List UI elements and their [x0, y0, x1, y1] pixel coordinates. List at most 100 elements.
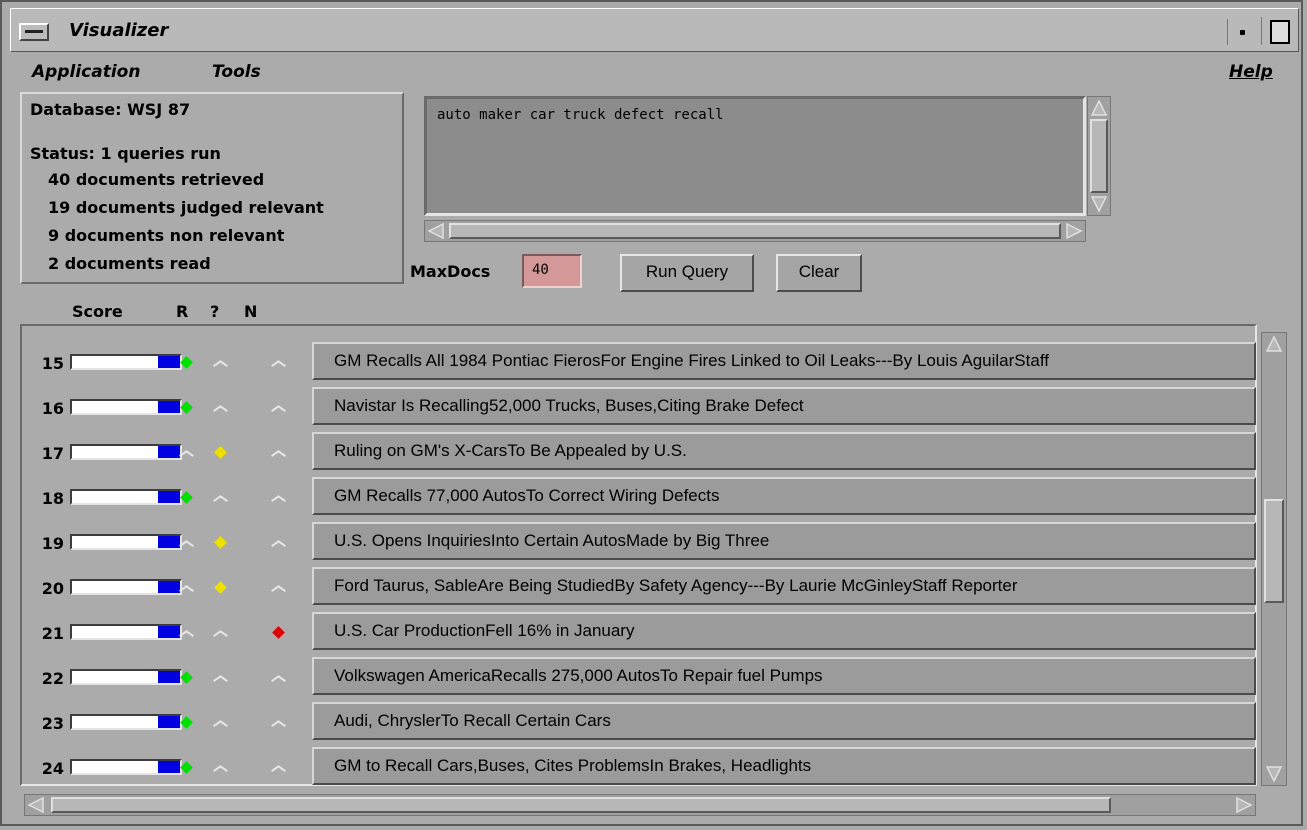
- nonrelevant-toggle[interactable]: [270, 577, 290, 597]
- scroll-left-icon[interactable]: [27, 796, 45, 814]
- document-title-button[interactable]: Audi, ChryslerTo Recall Certain Cars: [312, 702, 1256, 740]
- results-vscroll-thumb[interactable]: [1264, 499, 1284, 603]
- unsure-toggle[interactable]: [212, 487, 232, 507]
- menu-application[interactable]: Application: [32, 62, 140, 82]
- run-query-button[interactable]: Run Query: [620, 254, 754, 292]
- query-vertical-scrollbar[interactable]: [1087, 96, 1111, 216]
- relevant-toggle[interactable]: [178, 442, 198, 462]
- score-bar-fill: [158, 626, 180, 638]
- relevant-toggle[interactable]: [178, 532, 198, 552]
- caret-up-icon: [270, 577, 286, 593]
- nonrelevant-toggle[interactable]: [270, 622, 290, 642]
- result-row: 20 Ford Taurus, SableAre Being StudiedBy …: [22, 563, 1259, 607]
- scroll-up-icon[interactable]: [1265, 335, 1283, 353]
- relevant-toggle[interactable]: [178, 397, 198, 417]
- relevant-toggle[interactable]: [178, 352, 198, 372]
- query-horizontal-scrollbar[interactable]: [424, 220, 1086, 242]
- score-bar: [70, 354, 182, 370]
- caret-up-icon: [270, 397, 286, 413]
- nonrelevant-toggle[interactable]: [270, 712, 290, 732]
- caret-up-icon: [270, 442, 286, 458]
- nonrelevant-toggle[interactable]: [270, 352, 290, 372]
- result-rank: 16: [41, 399, 64, 418]
- relevant-toggle[interactable]: [178, 577, 198, 597]
- relevant-toggle[interactable]: [178, 487, 198, 507]
- relevant-toggle[interactable]: [178, 712, 198, 732]
- diamond-icon: [180, 761, 193, 774]
- menu-help[interactable]: Help: [1229, 62, 1273, 82]
- unsure-toggle[interactable]: [212, 577, 232, 597]
- results-hscroll-thumb[interactable]: [51, 797, 1111, 813]
- scroll-down-icon[interactable]: [1090, 195, 1108, 213]
- relevant-toggle[interactable]: [178, 622, 198, 642]
- score-bar-fill: [158, 581, 180, 593]
- unsure-toggle[interactable]: [212, 757, 232, 777]
- caret-up-icon: [212, 667, 228, 683]
- window-menu-button[interactable]: [19, 23, 49, 41]
- unsure-toggle[interactable]: [212, 712, 232, 732]
- nonrelevant-toggle[interactable]: [270, 757, 290, 777]
- maximize-button[interactable]: [1261, 17, 1292, 45]
- minimize-button[interactable]: [1227, 19, 1254, 45]
- unsure-toggle[interactable]: [212, 352, 232, 372]
- caret-up-icon: [212, 622, 228, 638]
- scroll-left-icon[interactable]: [427, 222, 445, 240]
- relevant-toggle[interactable]: [178, 757, 198, 777]
- result-rank: 15: [41, 354, 64, 373]
- scroll-up-icon[interactable]: [1090, 99, 1108, 117]
- query-textarea[interactable]: auto maker car truck defect recall: [424, 96, 1086, 216]
- diamond-icon: [180, 716, 193, 729]
- query-text: auto maker car truck defect recall: [437, 107, 724, 123]
- maxdocs-label: MaxDocs: [410, 262, 491, 281]
- document-title-button[interactable]: U.S. Opens InquiriesInto Certain AutosMa…: [312, 522, 1256, 560]
- nonrelevant-toggle[interactable]: [270, 667, 290, 687]
- document-title-button[interactable]: Navistar Is Recalling52,000 Trucks, Buse…: [312, 387, 1256, 425]
- result-rank: 21: [41, 624, 64, 643]
- document-title-button[interactable]: GM Recalls All 1984 Pontiac FierosFor En…: [312, 342, 1256, 380]
- unsure-toggle[interactable]: [212, 442, 232, 462]
- score-column-header: Score: [72, 302, 123, 321]
- document-title-button[interactable]: GM Recalls 77,000 AutosTo Correct Wiring…: [312, 477, 1256, 515]
- score-bar-fill: [158, 536, 180, 548]
- scroll-down-icon[interactable]: [1265, 765, 1283, 783]
- caret-up-icon: [270, 712, 286, 728]
- relevant-toggle[interactable]: [178, 667, 198, 687]
- nonrelevant-column-header: N: [244, 302, 258, 321]
- result-row: 16 Navistar Is Recalling52,000 Trucks, Bu…: [22, 383, 1259, 427]
- result-rank: 20: [41, 579, 64, 598]
- caret-up-icon: [270, 487, 286, 503]
- result-row: 21 U.S. Car ProductionFell 16% in January: [22, 608, 1259, 652]
- unsure-toggle[interactable]: [212, 667, 232, 687]
- document-title-button[interactable]: Ford Taurus, SableAre Being StudiedBy Sa…: [312, 567, 1256, 605]
- query-vscroll-thumb[interactable]: [1090, 119, 1108, 193]
- read-count: 2 documents read: [48, 254, 211, 273]
- title-bar[interactable]: Visualizer: [10, 8, 1299, 52]
- document-title-button[interactable]: GM to Recall Cars,Buses, Cites ProblemsI…: [312, 747, 1256, 785]
- judged-relevant-count: 19 documents judged relevant: [48, 198, 324, 217]
- results-vertical-scrollbar[interactable]: [1261, 332, 1287, 786]
- scroll-right-icon[interactable]: [1065, 222, 1083, 240]
- score-bar: [70, 759, 182, 775]
- unsure-toggle[interactable]: [212, 622, 232, 642]
- score-bar-fill: [158, 671, 180, 683]
- nonrelevant-toggle[interactable]: [270, 397, 290, 417]
- document-title-button[interactable]: Ruling on GM's X-CarsTo Be Appealed by U…: [312, 432, 1256, 470]
- caret-up-icon: [178, 577, 194, 593]
- result-rank: 23: [41, 714, 64, 733]
- unsure-toggle[interactable]: [212, 532, 232, 552]
- nonrelevant-toggle[interactable]: [270, 532, 290, 552]
- clear-button[interactable]: Clear: [776, 254, 862, 292]
- visualizer-window: Visualizer Application Tools Help Databa…: [0, 0, 1303, 826]
- query-hscroll-thumb[interactable]: [449, 223, 1061, 239]
- maxdocs-input[interactable]: 40: [522, 254, 582, 288]
- nonrelevant-toggle[interactable]: [270, 487, 290, 507]
- results-horizontal-scrollbar[interactable]: [24, 794, 1256, 816]
- unsure-toggle[interactable]: [212, 397, 232, 417]
- document-title-button[interactable]: Volkswagen AmericaRecalls 275,000 AutosT…: [312, 657, 1256, 695]
- nonrelevant-toggle[interactable]: [270, 442, 290, 462]
- menu-tools[interactable]: Tools: [212, 62, 261, 82]
- scroll-right-icon[interactable]: [1235, 796, 1253, 814]
- document-title-button[interactable]: U.S. Car ProductionFell 16% in January: [312, 612, 1256, 650]
- result-row: 17 Ruling on GM's X-CarsTo Be Appealed by…: [22, 428, 1259, 472]
- result-row: 23 Audi, ChryslerTo Recall Certain Cars: [22, 698, 1259, 742]
